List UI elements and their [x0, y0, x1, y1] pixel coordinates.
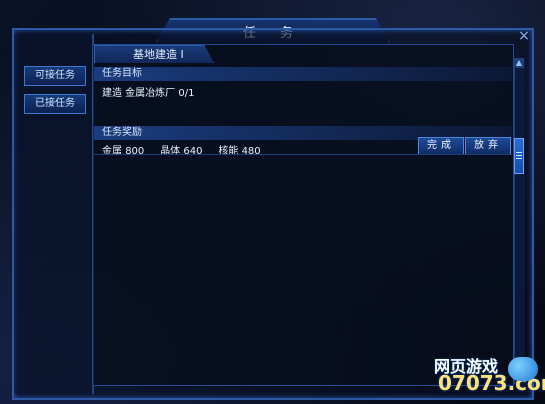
sidebar-item-available-quests[interactable]: 可接任务: [24, 66, 86, 86]
reward-core-label: 核能: [218, 146, 239, 157]
watermark-logo: 网页游戏 07073.com: [432, 353, 545, 399]
reward-core-value: 480: [241, 146, 261, 157]
scrollbar-thumb[interactable]: [514, 138, 524, 174]
sidebar-item-accepted-quests[interactable]: 已接任务: [24, 94, 86, 114]
grip-icon: [516, 152, 522, 153]
scroll-up-icon[interactable]: ▲: [514, 58, 524, 68]
divider: [94, 154, 512, 155]
reward-metal-label: 金属: [102, 146, 122, 157]
mascot-icon: [508, 357, 538, 381]
reward-crystal-label: 晶体: [160, 146, 181, 157]
goal-text: 建造 金属冶炼厂 0/1: [102, 88, 195, 99]
quest-tab[interactable]: 基地建造 I: [94, 45, 214, 63]
goal-header: 任务目标: [94, 67, 512, 81]
reward-metal-value: 800: [125, 146, 145, 157]
scrollbar-track[interactable]: [514, 58, 525, 384]
abandon-button[interactable]: 放弃: [465, 137, 511, 155]
complete-button[interactable]: 完成: [418, 137, 464, 155]
grip-icon: [516, 158, 522, 159]
grip-icon: [516, 155, 522, 156]
sidebar: 可接任务 已接任务: [14, 34, 94, 394]
close-icon[interactable]: ×: [518, 29, 530, 43]
reward-crystal-value: 640: [183, 146, 203, 157]
